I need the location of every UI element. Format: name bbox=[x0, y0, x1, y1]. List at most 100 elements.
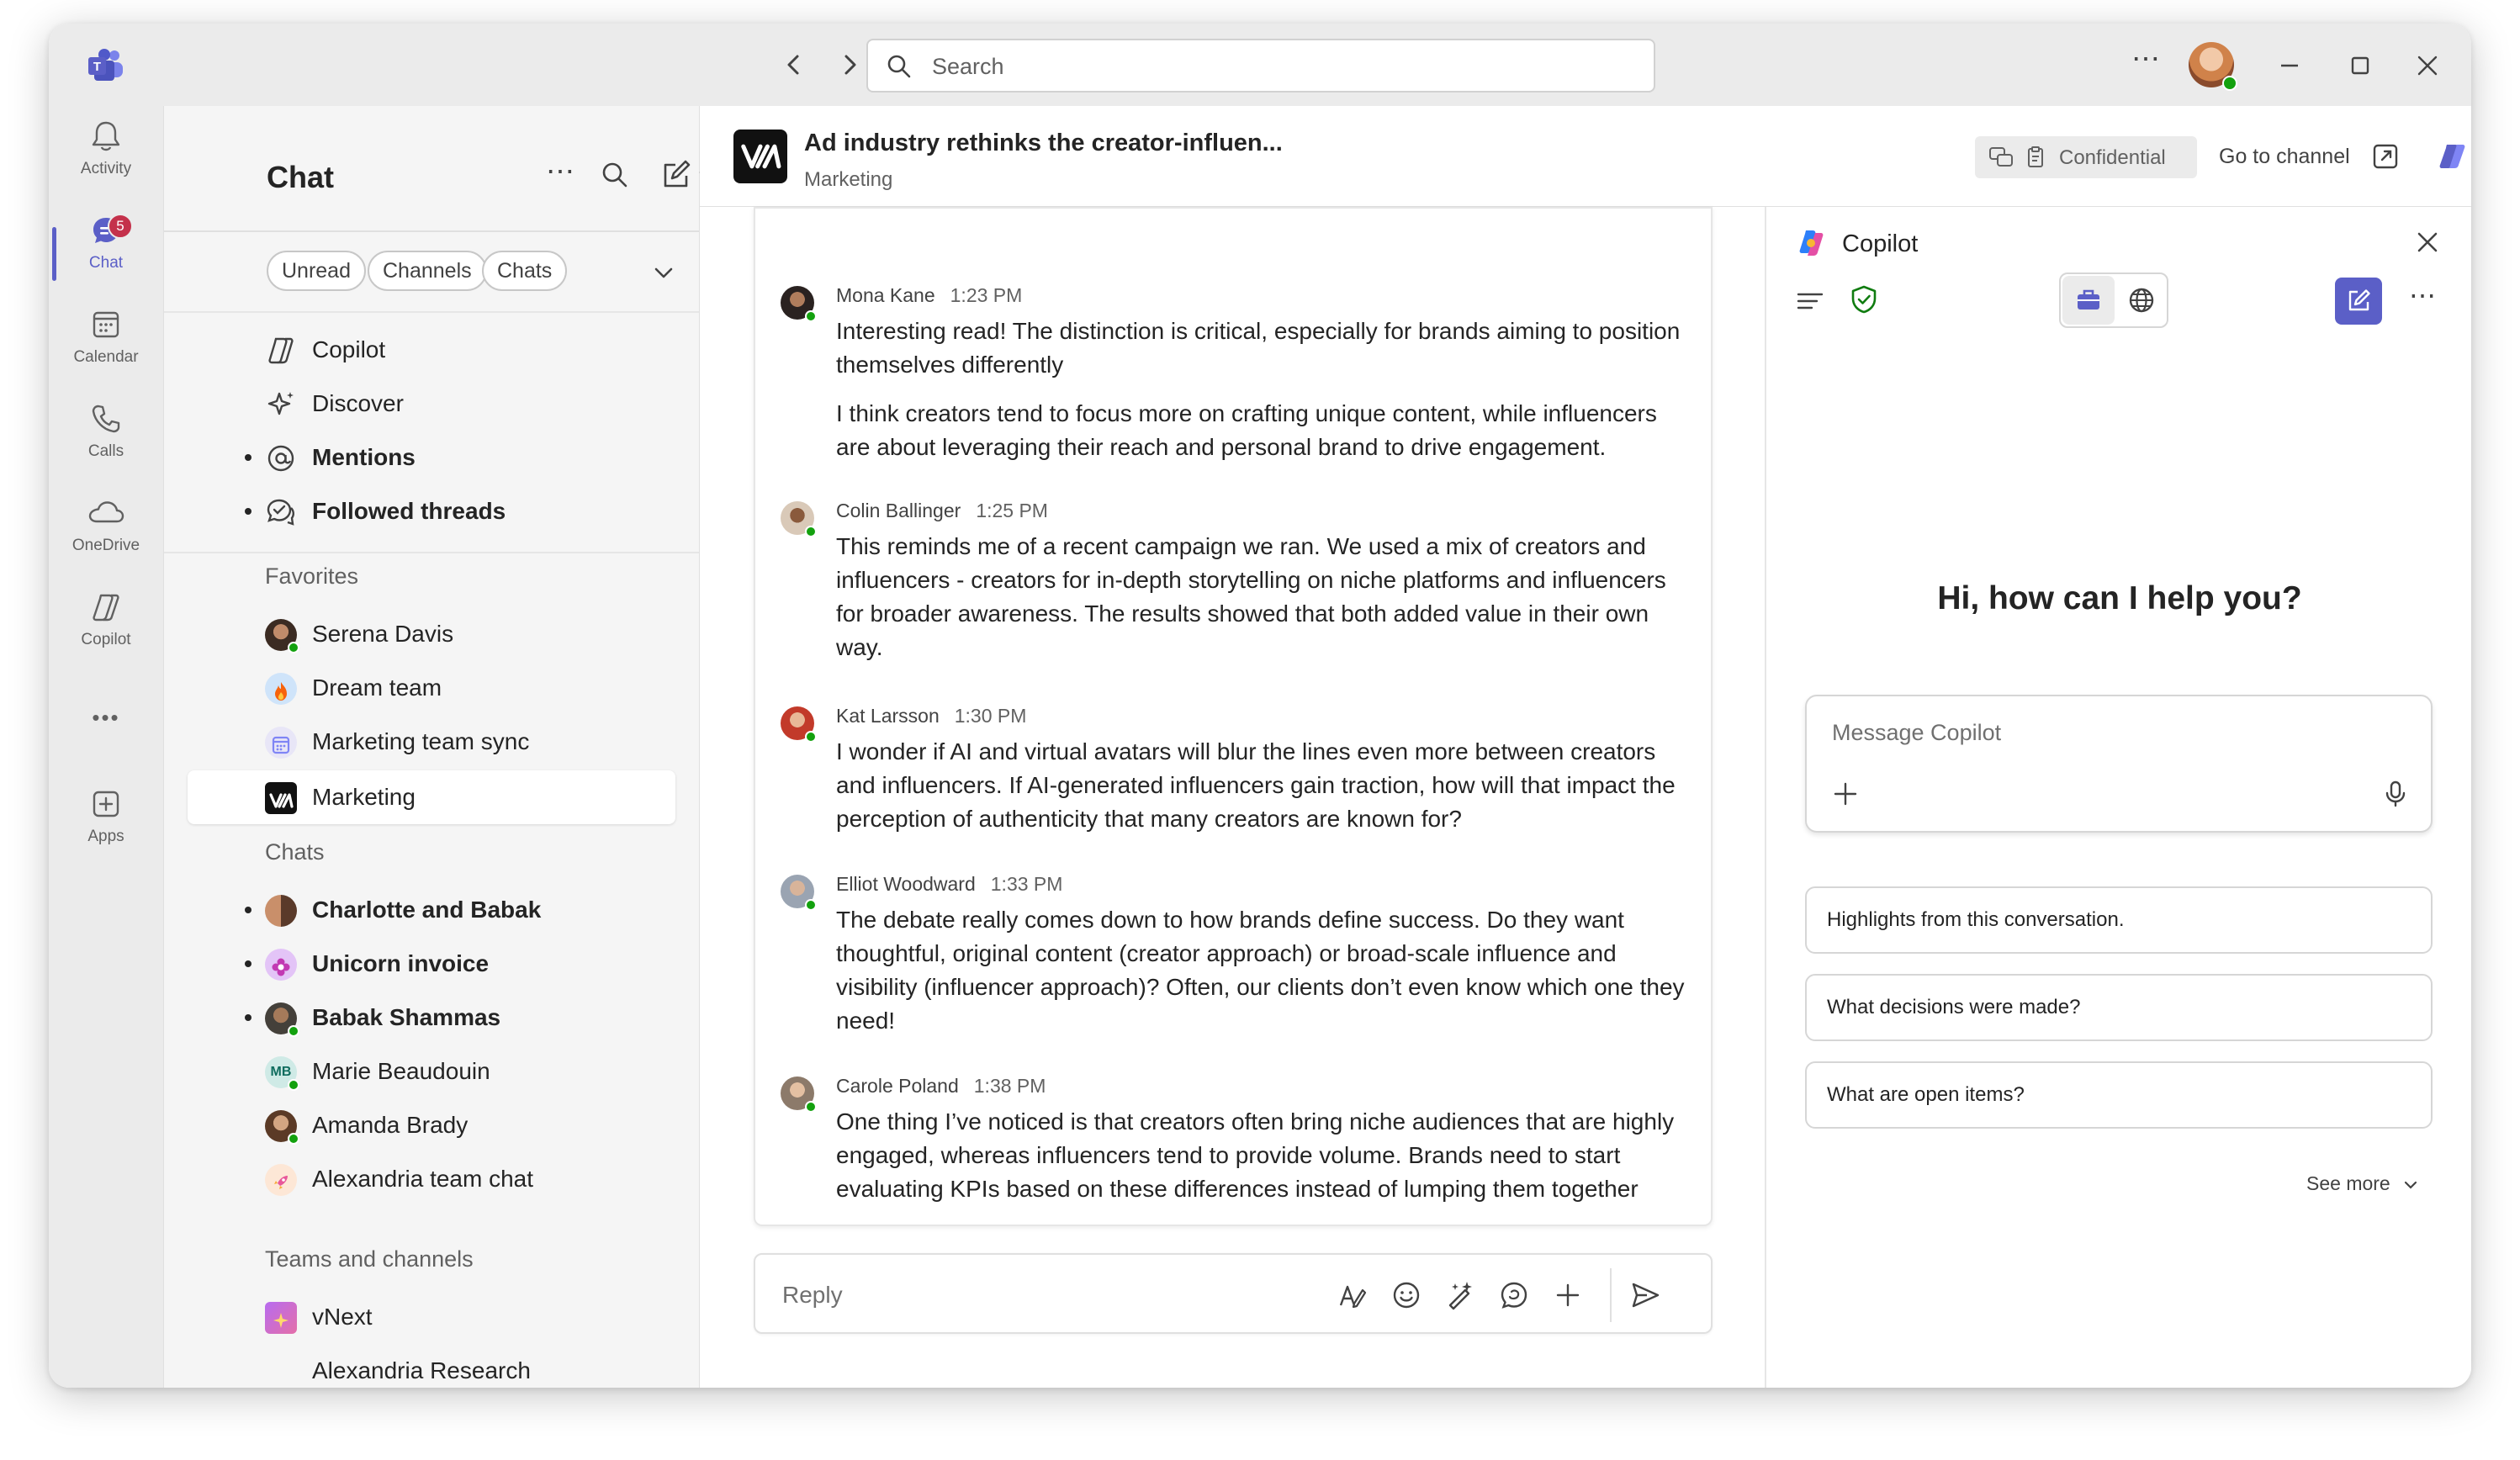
attach-button[interactable] bbox=[1551, 1278, 1585, 1312]
chat-bubbles-icon bbox=[1989, 147, 2013, 167]
list-item-charlotte-and-babak[interactable]: Charlotte and Babak bbox=[164, 883, 699, 937]
close-window-button[interactable] bbox=[2407, 45, 2448, 86]
magic-pen-icon bbox=[1448, 1282, 1472, 1310]
list-item-mentions[interactable]: Mentions bbox=[164, 431, 699, 484]
list-item-babak-shammas[interactable]: Babak Shammas bbox=[164, 991, 699, 1045]
list-item-vnext[interactable]: vNext bbox=[164, 1290, 699, 1344]
profile-avatar[interactable] bbox=[2189, 42, 2237, 91]
chat-list-more-button[interactable]: ⋯ bbox=[546, 155, 574, 188]
rail-apps[interactable]: Apps bbox=[49, 786, 163, 870]
chats-header: Chats bbox=[265, 839, 325, 865]
pop-out-button[interactable] bbox=[2370, 141, 2401, 172]
send-button[interactable] bbox=[1628, 1278, 1662, 1312]
suggestion-decisions[interactable]: What decisions were made? bbox=[1805, 974, 2433, 1041]
forward-button[interactable] bbox=[829, 45, 870, 85]
list-item-marketing-team-sync[interactable]: Marketing team sync bbox=[164, 715, 699, 769]
chat-filter-search-button[interactable] bbox=[600, 160, 633, 193]
list-item-alexandria-research[interactable]: Alexandria Research bbox=[164, 1344, 699, 1388]
loop-chat-icon bbox=[1501, 1282, 1527, 1309]
list-item-copilot[interactable]: Copilot bbox=[164, 323, 699, 377]
reply-placeholder: Reply bbox=[782, 1282, 843, 1308]
emoji-button[interactable] bbox=[1390, 1278, 1423, 1312]
rail-copilot[interactable]: Copilot bbox=[49, 589, 163, 673]
calendar-icon bbox=[93, 311, 119, 338]
back-button[interactable] bbox=[774, 45, 814, 85]
list-item-label: Serena Davis bbox=[312, 621, 454, 647]
format-button[interactable] bbox=[1336, 1278, 1369, 1312]
message-time: 1:30 PM bbox=[954, 705, 1027, 727]
microphone-icon bbox=[2385, 780, 2406, 807]
rail-label: Calendar bbox=[73, 348, 139, 366]
globe-icon bbox=[2129, 288, 2154, 313]
close-icon bbox=[2417, 232, 2438, 252]
thread-subtitle: Marketing bbox=[804, 168, 893, 191]
search-icon bbox=[887, 55, 911, 78]
message-time: 1:23 PM bbox=[950, 284, 1023, 306]
chevron-left-icon bbox=[787, 55, 799, 75]
copilot-attach-button[interactable] bbox=[1829, 777, 1862, 811]
copilot-toggle-button[interactable] bbox=[2436, 140, 2470, 173]
message-author: Elliot Woodward bbox=[836, 873, 976, 895]
copilot-rewrite-button[interactable] bbox=[1443, 1278, 1477, 1312]
suggestion-highlights[interactable]: Highlights from this conversation. bbox=[1805, 886, 2433, 954]
group-avatar bbox=[265, 949, 297, 981]
list-item-followed-threads[interactable]: Followed threads bbox=[164, 484, 699, 538]
go-to-channel-link[interactable]: Go to channel bbox=[2219, 145, 2350, 169]
suggestion-open-items[interactable]: What are open items? bbox=[1805, 1061, 2433, 1129]
list-item-marketing[interactable]: Marketing bbox=[164, 770, 699, 824]
star-icon bbox=[273, 1313, 289, 1328]
copilot-input[interactable]: Message Copilot bbox=[1805, 695, 2433, 833]
presence-available-icon bbox=[288, 1025, 299, 1037]
rail-label: Activity bbox=[80, 160, 132, 177]
rail-calendar[interactable]: Calendar bbox=[49, 306, 163, 390]
initials-avatar: MB bbox=[265, 1056, 299, 1091]
protected-badge[interactable] bbox=[1847, 283, 1881, 316]
microphone-button[interactable] bbox=[2379, 777, 2412, 811]
list-item-unicorn-invoice[interactable]: Unicorn invoice bbox=[164, 937, 699, 991]
copilot-greeting: Hi, how can I help you? bbox=[1937, 580, 2302, 616]
reply-composer[interactable]: Reply bbox=[754, 1253, 1713, 1334]
maximize-button[interactable] bbox=[2340, 45, 2380, 86]
favorites-header: Favorites bbox=[265, 563, 359, 589]
filter-channels[interactable]: Channels bbox=[368, 251, 487, 291]
list-item-amanda-brady[interactable]: Amanda Brady bbox=[164, 1098, 699, 1152]
rail-calls[interactable]: Calls bbox=[49, 400, 163, 484]
loop-button[interactable] bbox=[1497, 1278, 1531, 1312]
thread-title[interactable]: Ad industry rethinks the creator-influen… bbox=[804, 130, 1283, 157]
close-icon bbox=[2417, 56, 2438, 76]
presence-available-icon bbox=[288, 1079, 299, 1091]
list-item-serena-davis[interactable]: Serena Davis bbox=[164, 607, 699, 661]
new-copilot-chat-button[interactable] bbox=[2335, 278, 2382, 325]
copilot-close-button[interactable] bbox=[2411, 225, 2444, 259]
thread-header: Ad industry rethinks the creator-influen… bbox=[700, 106, 2471, 207]
see-more-button[interactable]: See more bbox=[2306, 1172, 2421, 1195]
filter-expand-button[interactable] bbox=[649, 257, 679, 288]
maximize-icon bbox=[2351, 56, 2369, 75]
work-mode-button[interactable] bbox=[2062, 276, 2115, 325]
search-input[interactable]: Search bbox=[866, 39, 1655, 93]
sensitivity-label[interactable]: Confidential bbox=[1975, 136, 2197, 178]
list-item-alexandria-team-chat[interactable]: Alexandria team chat bbox=[164, 1152, 699, 1206]
unread-dot bbox=[245, 454, 251, 461]
copilot-history-button[interactable] bbox=[1793, 284, 1827, 318]
rail-onedrive[interactable]: OneDrive bbox=[49, 495, 163, 579]
copilot-title: Copilot bbox=[1842, 230, 1919, 257]
minimize-button[interactable] bbox=[2269, 45, 2310, 86]
rail-activity[interactable]: Activity bbox=[49, 118, 163, 202]
chat-list-pane: Chat ⋯ Unread Channels Chats Copilot Dis… bbox=[163, 106, 712, 1388]
more-options-button[interactable]: ⋯ bbox=[2131, 42, 2161, 76]
pop-out-icon bbox=[2373, 144, 2398, 169]
rail-chat[interactable]: Chat 5 bbox=[49, 212, 163, 296]
filter-unread[interactable]: Unread bbox=[267, 251, 366, 291]
copilot-logo-icon bbox=[1795, 227, 1827, 259]
presence-available-icon bbox=[288, 642, 299, 653]
list-item-label: Alexandria team chat bbox=[312, 1166, 534, 1192]
rail-more-apps-button[interactable]: ••• bbox=[49, 705, 163, 731]
list-item-label: Unicorn invoice bbox=[312, 950, 490, 976]
list-item-dream-team[interactable]: Dream team bbox=[164, 661, 699, 715]
web-mode-button[interactable] bbox=[2116, 276, 2167, 325]
list-item-discover[interactable]: Discover bbox=[164, 377, 699, 431]
copilot-more-button[interactable]: ⋯ bbox=[2409, 279, 2436, 311]
filter-chats[interactable]: Chats bbox=[482, 251, 568, 291]
list-item-marie-beaudouin[interactable]: MB Marie Beaudouin bbox=[164, 1045, 699, 1098]
